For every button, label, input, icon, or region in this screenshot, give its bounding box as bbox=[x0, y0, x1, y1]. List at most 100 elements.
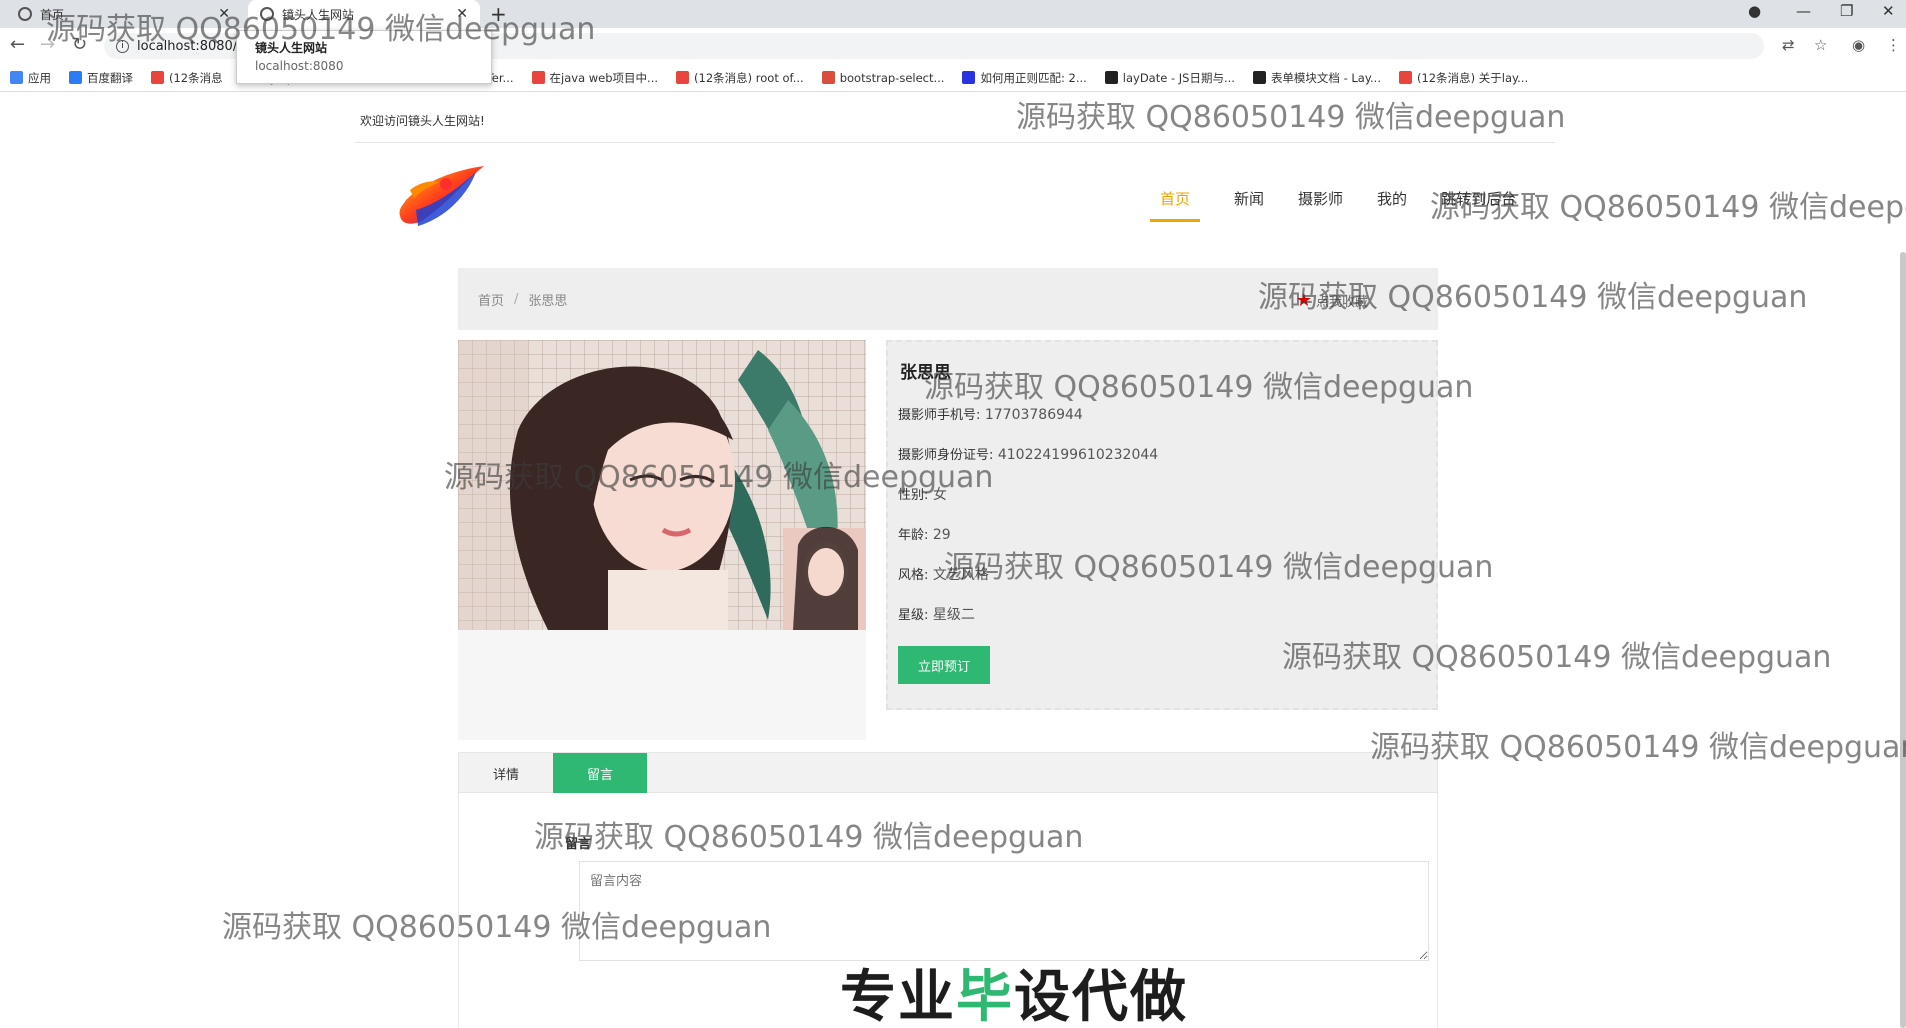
tooltip-url: localhost:8080 bbox=[255, 59, 344, 73]
favorite-label: 点我收藏 bbox=[1315, 295, 1368, 310]
reload-icon[interactable]: ↻ bbox=[72, 34, 87, 55]
back-icon[interactable]: ← bbox=[10, 34, 25, 55]
url-text: localhost:8080/ bbox=[137, 38, 238, 54]
tooltip-title: 镜头人生网站 bbox=[255, 41, 328, 55]
bookmark-item[interactable]: 百度翻译 bbox=[69, 70, 133, 86]
id-label: 摄影师身份证号: bbox=[898, 448, 994, 463]
tab-title: 首页 bbox=[40, 7, 65, 22]
bookmark-label: 如何用正则匹配: 2... bbox=[980, 70, 1087, 85]
gender-value: 女 bbox=[932, 487, 947, 503]
bookmark-item[interactable]: (12条消息 bbox=[151, 70, 223, 86]
id-field: 摄影师身份证号: 410224199610232044 bbox=[898, 444, 1158, 463]
nav-item[interactable]: 跳转到后台 bbox=[1441, 188, 1516, 222]
watermark: 源码获取 QQ86050149 微信deepguan bbox=[1370, 730, 1906, 765]
bookmark-label: 在java web项目中... bbox=[549, 70, 659, 85]
bookmark-star-icon[interactable]: ☆ bbox=[1814, 36, 1827, 54]
bookmark-label: (12条消息) 关于lay... bbox=[1416, 70, 1529, 85]
restore-icon[interactable]: ❐ bbox=[1840, 2, 1853, 20]
promo-banner-part: 专业 bbox=[840, 965, 956, 1028]
bookmark-label: 应用 bbox=[28, 70, 51, 85]
bookmark-item[interactable]: 在java web项目中... bbox=[531, 70, 659, 86]
phone-value: 17703786944 bbox=[984, 407, 1083, 423]
baidu-icon bbox=[962, 71, 976, 84]
profile-menu-icon[interactable]: ● bbox=[1748, 2, 1761, 20]
close-tab-icon[interactable]: ✕ bbox=[456, 6, 468, 22]
age-label: 年龄: bbox=[898, 528, 929, 543]
more-menu-icon[interactable]: ⋮ bbox=[1886, 36, 1901, 54]
message-textarea[interactable] bbox=[579, 861, 1429, 961]
nav-item[interactable]: 我的 bbox=[1377, 188, 1407, 222]
bookmark-label: (12条消息 bbox=[169, 70, 223, 85]
bookmark-label: (12条消息) root of... bbox=[694, 70, 804, 85]
csdn-icon bbox=[1398, 71, 1412, 84]
gender-label: 性别: bbox=[898, 488, 929, 503]
book-now-button[interactable]: 立即预订 bbox=[898, 646, 990, 684]
nav-item[interactable]: 摄影师 bbox=[1298, 188, 1343, 222]
promo-banner: 专业毕设代做 bbox=[840, 952, 1188, 1028]
photographer-info-panel: 张思思 摄影师手机号: 17703786944 摄影师身份证号: 4102241… bbox=[886, 340, 1438, 710]
close-tab-icon[interactable]: ✕ bbox=[218, 6, 230, 22]
gender-field: 性别: 女 bbox=[898, 484, 947, 504]
browser-window: 首页 ✕ 镜头人生网站 ✕ + ● — ❐ ✕ ← → ↻ i localhos… bbox=[0, 0, 1906, 1028]
star-icon: ★ bbox=[1295, 290, 1312, 311]
breadcrumb-separator: / bbox=[514, 291, 519, 307]
bookmark-item[interactable]: bootstrap-select... bbox=[821, 70, 945, 85]
browser-tab-active[interactable]: 镜头人生网站 ✕ bbox=[248, 0, 480, 28]
breadcrumb-home[interactable]: 首页 bbox=[478, 290, 504, 309]
browser-tab-home[interactable]: 首页 ✕ bbox=[6, 0, 242, 28]
bookmark-label: bootstrap-select... bbox=[839, 70, 945, 85]
csdn-icon bbox=[531, 71, 545, 84]
info-icon[interactable]: i bbox=[116, 39, 129, 53]
welcome-text: 欢迎访问镜头人生网站! bbox=[360, 114, 485, 128]
translate-icon bbox=[69, 71, 82, 84]
photographer-name: 张思思 bbox=[900, 363, 951, 383]
bookmark-item[interactable]: 如何用正则匹配: 2... bbox=[962, 70, 1087, 86]
translate-icon[interactable]: ⇄ bbox=[1782, 36, 1795, 54]
bookmark-label: 百度翻译 bbox=[87, 70, 133, 85]
nav-item[interactable]: 首页 bbox=[1150, 188, 1201, 222]
style-field: 风格: 文艺风格 bbox=[898, 564, 989, 584]
minimize-icon[interactable]: — bbox=[1796, 2, 1811, 20]
csdn-icon bbox=[676, 71, 690, 84]
level-value: 星级二 bbox=[932, 607, 975, 623]
id-value: 410224199610232044 bbox=[997, 447, 1159, 463]
bookmark-item[interactable]: (12条消息) 关于lay... bbox=[1398, 70, 1529, 86]
favorite-button[interactable]: ★ 点我收藏 bbox=[1296, 290, 1368, 311]
tab-strip: 首页 ✕ 镜头人生网站 ✕ + ● — ❐ ✕ bbox=[0, 0, 1906, 28]
new-tab-icon[interactable]: + bbox=[490, 2, 507, 26]
globe-icon bbox=[260, 7, 274, 21]
level-label: 星级: bbox=[898, 608, 929, 623]
apps-icon bbox=[10, 71, 23, 84]
photographer-photo bbox=[458, 340, 866, 630]
message-label: 留言 bbox=[565, 837, 592, 852]
csdn-icon bbox=[151, 71, 164, 84]
style-value: 文艺风格 bbox=[932, 567, 989, 583]
page-scrollbar[interactable] bbox=[1900, 252, 1906, 1028]
globe-icon bbox=[18, 7, 32, 21]
bookmark-item[interactable]: (12条消息) root of... bbox=[676, 70, 804, 86]
detail-tab[interactable]: 留言 bbox=[553, 753, 647, 793]
account-icon[interactable]: ◉ bbox=[1852, 36, 1865, 54]
detail-tab[interactable]: 详情 bbox=[459, 753, 553, 793]
breadcrumb-current: 张思思 bbox=[528, 293, 568, 309]
phone-label: 摄影师手机号: bbox=[898, 408, 981, 423]
bookmark-item[interactable]: layDate - JS日期与... bbox=[1104, 70, 1235, 86]
site-logo[interactable] bbox=[396, 160, 488, 234]
nav-item[interactable]: 新闻 bbox=[1234, 188, 1264, 222]
breadcrumb: 首页 / 张思思 ★ 点我收藏 bbox=[458, 268, 1438, 330]
detail-tabs: 详情 留言 bbox=[459, 753, 1437, 793]
forward-icon[interactable]: → bbox=[40, 34, 55, 55]
bookmark-item[interactable]: 应用 bbox=[10, 70, 51, 86]
photo-container bbox=[458, 340, 866, 740]
page-icon bbox=[821, 71, 835, 84]
style-label: 风格: bbox=[898, 568, 929, 583]
close-window-icon[interactable]: ✕ bbox=[1882, 2, 1895, 20]
header-divider bbox=[355, 142, 1555, 143]
tab-tooltip: 镜头人生网站 localhost:8080 bbox=[236, 30, 492, 84]
layui-icon bbox=[1252, 71, 1266, 84]
bookmark-item[interactable]: 表单模块文档 - Lay... bbox=[1252, 70, 1381, 86]
watermark: 源码获取 QQ86050149 微信deepguan bbox=[1016, 100, 1566, 135]
phone-field: 摄影师手机号: 17703786944 bbox=[898, 404, 1083, 423]
promo-banner-part: 设代做 bbox=[1014, 965, 1188, 1028]
age-value: 29 bbox=[932, 527, 951, 543]
